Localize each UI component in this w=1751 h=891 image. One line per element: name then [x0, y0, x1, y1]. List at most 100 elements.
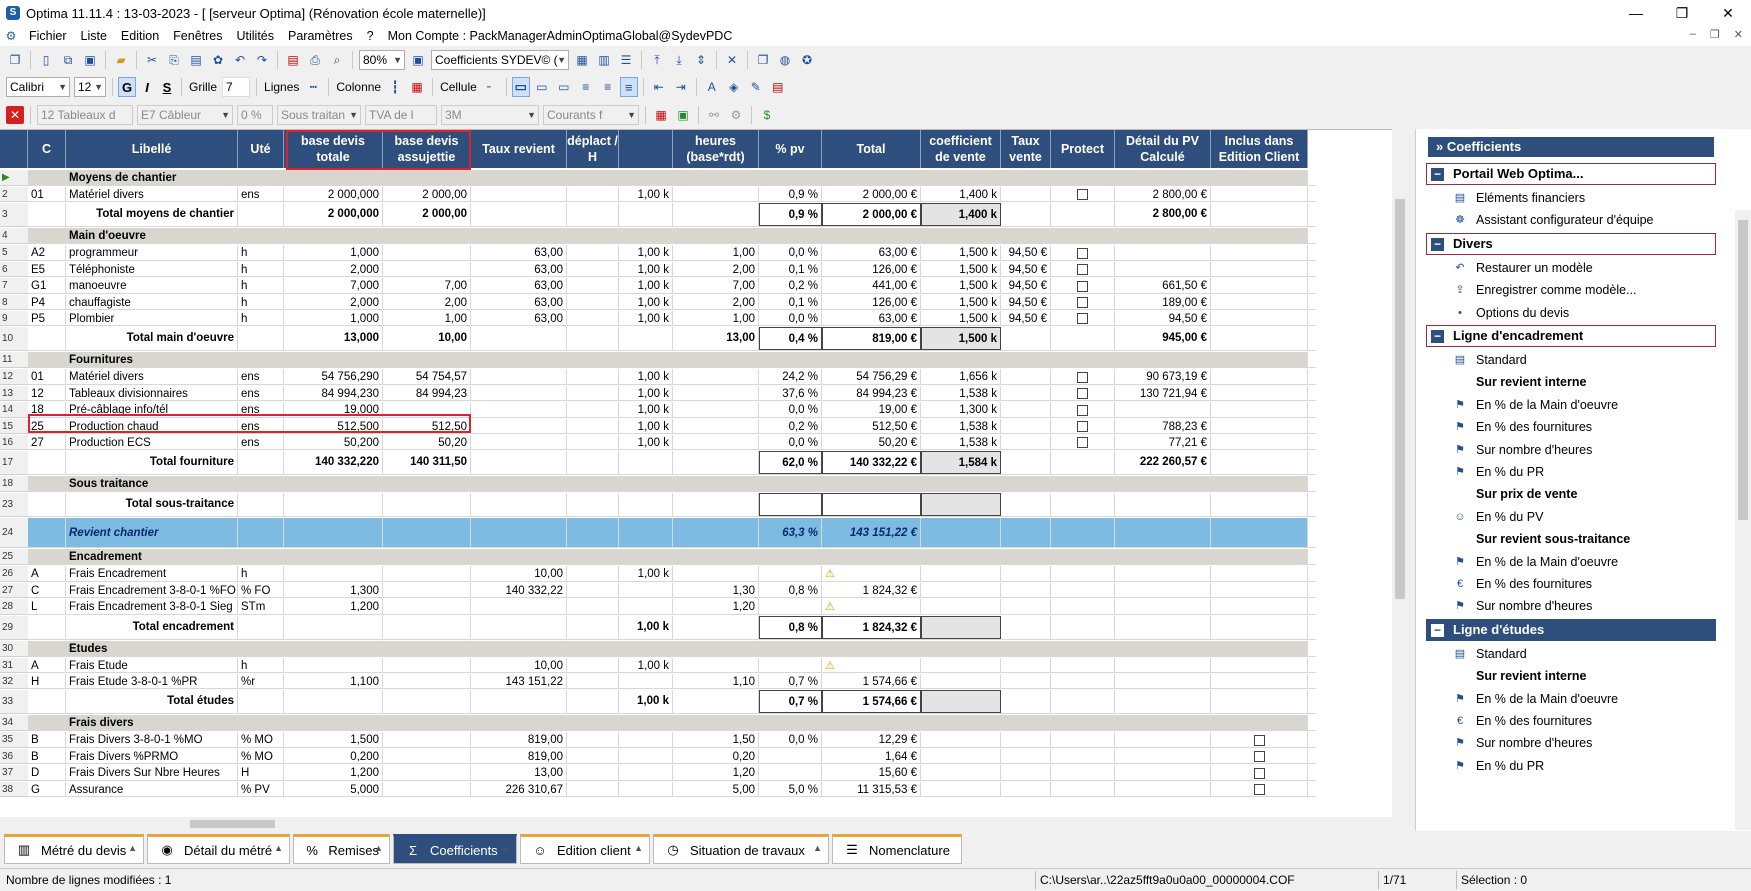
total-row[interactable]: Total fourniture 140 332,220 140 311,50 62,… [28, 451, 1316, 476]
cell-h[interactable]: 1,30 [673, 582, 759, 598]
cell-tv[interactable] [1001, 640, 1051, 656]
row-number[interactable]: 32 [0, 674, 28, 690]
cell-tv[interactable]: 94,50 € [1001, 311, 1051, 326]
cell-tv[interactable] [1001, 615, 1051, 639]
cell-ute[interactable]: % PV [238, 781, 284, 796]
cell-dep[interactable] [567, 402, 619, 417]
total-row[interactable]: Total moyens de chantier 2 000,000 2 000,0… [28, 203, 1316, 228]
cell-tr[interactable]: 140 332,22 [471, 582, 567, 598]
cell-h[interactable]: 2,00 [673, 261, 759, 277]
cell-bdt[interactable] [284, 549, 383, 565]
cell-cv[interactable] [921, 715, 1001, 731]
row-number[interactable]: 14 [0, 402, 28, 418]
tab-remises[interactable]: % Remises ▲ [293, 834, 390, 864]
cell-tot[interactable]: 2 000,00 € [822, 187, 921, 202]
cell-tot[interactable] [822, 170, 921, 185]
cell-k[interactable] [619, 715, 673, 731]
cell-dep[interactable] [567, 418, 619, 433]
cell-cv[interactable]: 1,500 k [921, 245, 1001, 260]
total-row[interactable]: Total encadrement 1,00 k 0,8 % 1 824,32 € [28, 615, 1316, 640]
cell-pv[interactable]: 0,0 % [759, 435, 822, 450]
cell-cv[interactable] [921, 476, 1001, 492]
cell-cv[interactable]: 1,538 k [921, 435, 1001, 450]
cell-pv[interactable]: 0,7 % [759, 690, 822, 714]
cell-bda[interactable] [383, 493, 471, 517]
cell-c[interactable]: L [28, 599, 66, 614]
cell-ute[interactable] [238, 715, 284, 731]
cell-pv[interactable]: 0,0 % [759, 402, 822, 417]
cell-dep[interactable] [567, 582, 619, 598]
cell-prot[interactable] [1051, 228, 1115, 244]
cell-pv[interactable] [759, 715, 822, 731]
cell-pv[interactable] [759, 599, 822, 614]
cell-tot[interactable]: 2 000,00 € [822, 203, 921, 227]
cell-c[interactable]: E5 [28, 261, 66, 277]
cell-prot[interactable] [1051, 385, 1115, 401]
column-header-c[interactable]: C [28, 130, 66, 168]
cell-cv[interactable] [921, 732, 1001, 747]
row-number[interactable]: 34 [0, 715, 28, 732]
cell-dep[interactable] [567, 615, 619, 639]
section-row[interactable]: Main d'oeuvre [28, 228, 1316, 245]
cell-h[interactable] [673, 435, 759, 450]
cell-prot[interactable] [1051, 327, 1115, 351]
cell-pv[interactable]: 24,2 % [759, 369, 822, 384]
cell-k[interactable] [619, 228, 673, 244]
cell-cv[interactable]: 1,400 k [921, 203, 1001, 227]
cell-tr[interactable]: 226 310,67 [471, 781, 567, 796]
cell-cv[interactable]: 1,500 k [921, 278, 1001, 293]
scroll-thumb[interactable] [1395, 199, 1405, 599]
cell-c[interactable]: G [28, 781, 66, 796]
cell-pv[interactable]: 0,0 % [759, 311, 822, 326]
cell-h[interactable] [673, 476, 759, 492]
tab-détail-du-métré[interactable]: ◉ Détail du métré ▲ [147, 834, 290, 864]
indent-icon[interactable]: ⇥ [672, 78, 690, 96]
maximize-button[interactable]: ❐ [1659, 0, 1705, 26]
row-number[interactable]: 27 [0, 582, 28, 599]
row-number[interactable]: 4 [0, 228, 28, 245]
cell-h[interactable] [673, 566, 759, 581]
cell-h[interactable] [673, 385, 759, 401]
cell-c[interactable] [28, 476, 66, 492]
cell-pv[interactable] [759, 640, 822, 656]
grid-vertical-scrollbar[interactable] [1392, 129, 1408, 817]
cell-tr[interactable] [471, 493, 567, 517]
cell-tr[interactable]: 13,00 [471, 765, 567, 780]
cell-k[interactable]: 1,00 k [619, 278, 673, 293]
cell-tv[interactable] [1001, 476, 1051, 492]
cell-dpv[interactable] [1115, 566, 1211, 581]
cell-tr[interactable]: 63,00 [471, 245, 567, 260]
account-label[interactable]: Mon Compte : PackManagerAdminOptimaGloba… [381, 29, 740, 43]
section-row[interactable]: Fournitures [28, 352, 1316, 369]
section-row[interactable]: Moyens de chantier [28, 170, 1316, 186]
cell-ute[interactable]: %r [238, 674, 284, 689]
table-row[interactable]: 01 Matériel divers ens 54 756,290 54 754,57 1… [28, 369, 1316, 385]
cell-bdt[interactable]: 1,000 [284, 245, 383, 260]
menu-fichier[interactable]: Fichier [22, 29, 74, 43]
cell-bdt[interactable]: 2,000 [284, 294, 383, 309]
globe-icon[interactable]: ◍ [776, 51, 794, 69]
cell-h[interactable] [673, 715, 759, 731]
cell-pv[interactable]: 0,2 % [759, 278, 822, 293]
cell-bdt[interactable]: 1,000 [284, 311, 383, 326]
cell-h[interactable]: 1,50 [673, 732, 759, 747]
cell-c[interactable] [28, 451, 66, 475]
cell-k[interactable]: 1,00 k [619, 418, 673, 433]
panel-scrollbar[interactable] [1735, 210, 1751, 830]
cell-inc[interactable] [1211, 451, 1308, 475]
cell-inc[interactable] [1211, 715, 1308, 731]
row-number[interactable]: 5 [0, 245, 28, 261]
cell-tv[interactable]: 94,50 € [1001, 245, 1051, 260]
cell-bdt[interactable]: 2 000,000 [284, 203, 383, 227]
cell-bdt[interactable] [284, 615, 383, 639]
cell-dpv[interactable]: 189,00 € [1115, 294, 1211, 309]
cell-bdt[interactable]: 1,500 [284, 732, 383, 747]
cell-ute[interactable]: H [238, 765, 284, 780]
row-number[interactable]: 15 [0, 418, 28, 434]
cell-tot[interactable]: 1 574,66 € [822, 674, 921, 689]
row-number[interactable]: 3 [0, 203, 28, 228]
cell-prot[interactable] [1051, 715, 1115, 731]
row-number[interactable]: 37 [0, 765, 28, 781]
row-number[interactable]: 29 [0, 615, 28, 640]
cell-dep[interactable] [567, 493, 619, 517]
